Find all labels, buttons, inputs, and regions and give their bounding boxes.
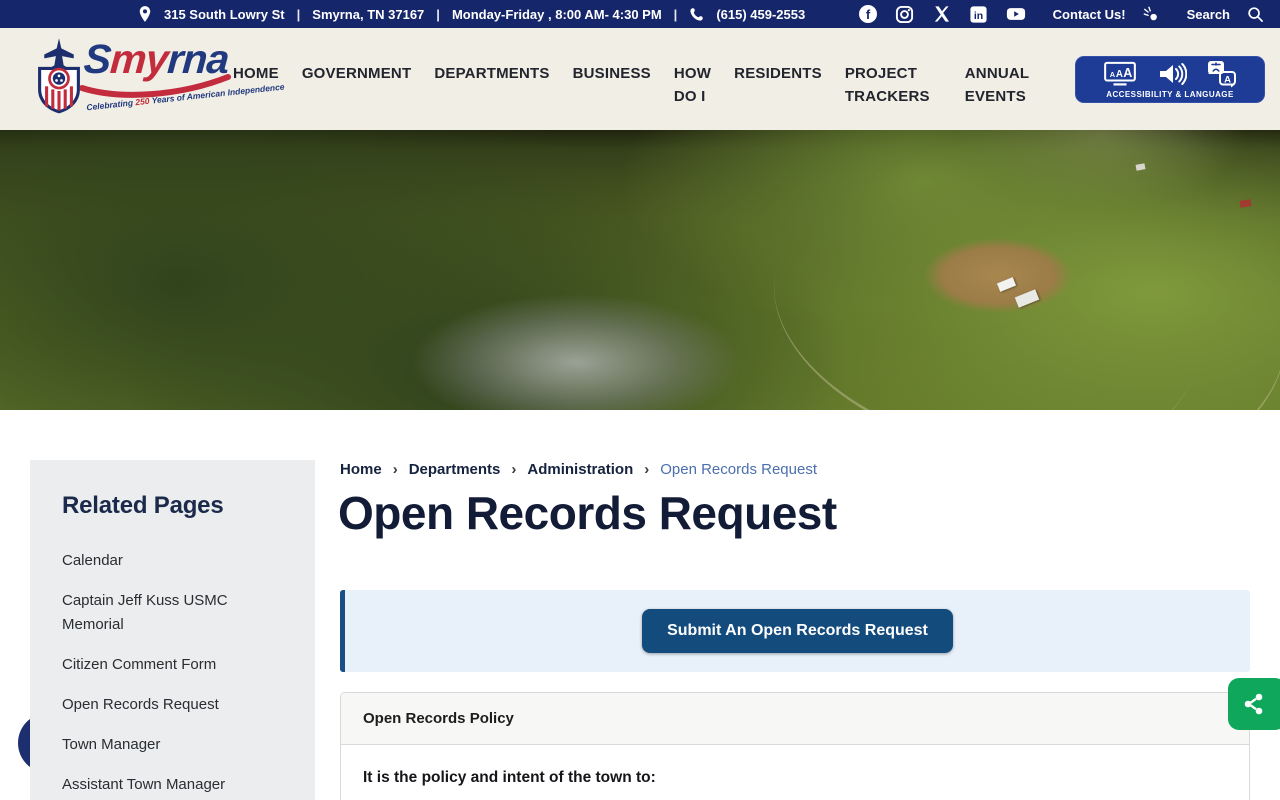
x-twitter-icon[interactable] bbox=[932, 4, 952, 24]
accessibility-button-icons: AAA A bbox=[1103, 60, 1237, 88]
breadcrumb-current: Open Records Request bbox=[660, 461, 817, 478]
sidebar-item-captain-jeff-kuss-usmc-memorial[interactable]: Captain Jeff Kuss USMC Memorial bbox=[62, 589, 240, 637]
topbar-separator: | bbox=[673, 6, 678, 22]
policy-panel-header: Open Records Policy bbox=[341, 693, 1249, 745]
breadcrumb-administration[interactable]: Administration bbox=[527, 461, 633, 478]
breadcrumb: Home › Departments › Administration › Op… bbox=[340, 461, 817, 478]
breadcrumb-separator: › bbox=[511, 461, 517, 478]
topbar-phone-link[interactable]: (615) 459-2553 bbox=[716, 7, 805, 22]
facebook-icon[interactable]: f bbox=[858, 4, 878, 24]
topbar-separator: | bbox=[436, 6, 440, 22]
share-button[interactable] bbox=[1228, 678, 1280, 730]
sidebar-item-town-manager[interactable]: Town Manager bbox=[62, 733, 240, 757]
accessibility-button-label: ACCESSIBILITY & LANGUAGE bbox=[1106, 89, 1234, 99]
policy-intro-text: It is the policy and intent of the town … bbox=[363, 769, 656, 786]
svg-text:f: f bbox=[866, 7, 871, 22]
nav-item-business[interactable]: BUSINESS bbox=[573, 62, 651, 108]
breadcrumb-separator: › bbox=[644, 461, 650, 478]
phone-icon bbox=[689, 7, 704, 22]
page-title: Open Records Request bbox=[338, 487, 837, 539]
smyrna-logo[interactable]: Smyrna Celebrating 250 Years of American… bbox=[28, 28, 285, 130]
topbar-hours: Monday-Friday , 8:00 AM- 4:30 PM bbox=[451, 6, 662, 22]
related-pages-sidebar: Related Pages Calendar Captain Jeff Kuss… bbox=[30, 460, 315, 800]
translate-icon: A bbox=[1208, 60, 1236, 87]
open-records-policy-panel: Open Records Policy It is the policy and… bbox=[340, 692, 1250, 800]
text-size-icon: AAA bbox=[1104, 61, 1136, 86]
search-link[interactable]: Search bbox=[1187, 7, 1230, 22]
topbar-info: 315 South Lowry St | Smyrna, TN 37167 | … bbox=[138, 5, 805, 23]
search-icon[interactable] bbox=[1247, 6, 1264, 23]
nav-item-residents[interactable]: RESIDENTS bbox=[734, 62, 822, 108]
instagram-icon[interactable] bbox=[895, 4, 915, 24]
youtube-icon[interactable] bbox=[1006, 4, 1026, 24]
share-icon bbox=[1244, 693, 1263, 715]
nav-item-government[interactable]: GOVERNMENT bbox=[302, 62, 412, 108]
breadcrumb-separator: › bbox=[392, 461, 398, 478]
nav-item-project-trackers[interactable]: PROJECT TRACKERS bbox=[845, 62, 930, 108]
breadcrumb-departments[interactable]: Departments bbox=[409, 461, 501, 478]
location-pin-icon bbox=[138, 5, 152, 23]
svg-text:A: A bbox=[1116, 68, 1123, 79]
topbar-separator: | bbox=[296, 6, 301, 22]
accessibility-language-button[interactable]: AAA A ACCESSIBILITY & LANGUAGE bbox=[1075, 55, 1265, 103]
submit-request-callout: Submit An Open Records Request bbox=[340, 590, 1250, 672]
hero-building bbox=[1239, 199, 1252, 208]
svg-text:A: A bbox=[1123, 65, 1132, 79]
page: 315 South Lowry St | Smyrna, TN 37167 | … bbox=[0, 0, 1280, 800]
svg-text:A: A bbox=[1224, 74, 1231, 85]
sidebar-item-assistant-town-manager[interactable]: Assistant Town Manager bbox=[62, 773, 240, 797]
sidebar-item-calendar[interactable]: Calendar bbox=[62, 549, 240, 573]
hero-image bbox=[0, 130, 1280, 410]
contact-us-link[interactable]: Contact Us! bbox=[1053, 7, 1126, 22]
main-navbar: Smyrna Celebrating 250 Years of American… bbox=[0, 28, 1280, 130]
submit-open-records-request-button[interactable]: Submit An Open Records Request bbox=[642, 609, 953, 653]
svg-text:in: in bbox=[974, 10, 983, 21]
breadcrumb-home[interactable]: Home bbox=[340, 461, 382, 478]
topbar-address: 315 South Lowry St bbox=[164, 6, 285, 22]
audio-icon bbox=[1160, 62, 1187, 85]
sidebar-title: Related Pages bbox=[62, 492, 224, 519]
topbar-actions: f in Contact Us! Search bbox=[858, 4, 1264, 24]
sidebar-item-citizen-comment-form[interactable]: Citizen Comment Form bbox=[62, 653, 240, 677]
topbar-city: Smyrna, TN 37167 bbox=[312, 6, 425, 22]
top-utility-bar: 315 South Lowry St | Smyrna, TN 37167 | … bbox=[0, 0, 1280, 28]
nav-item-departments[interactable]: DEPARTMENTS bbox=[434, 62, 549, 108]
nav-menu: HOME GOVERNMENT DEPARTMENTS BUSINESS HOW… bbox=[233, 28, 1029, 108]
linkedin-icon[interactable]: in bbox=[969, 4, 989, 24]
hero-building bbox=[1135, 163, 1146, 171]
wave-icon bbox=[1143, 6, 1160, 23]
svg-text:A: A bbox=[1110, 69, 1116, 78]
sidebar-item-open-records-request[interactable]: Open Records Request bbox=[62, 693, 240, 717]
nav-item-how-do-i[interactable]: HOW DO I bbox=[674, 62, 711, 108]
nav-item-annual-events[interactable]: ANNUAL EVENTS bbox=[965, 62, 1030, 108]
